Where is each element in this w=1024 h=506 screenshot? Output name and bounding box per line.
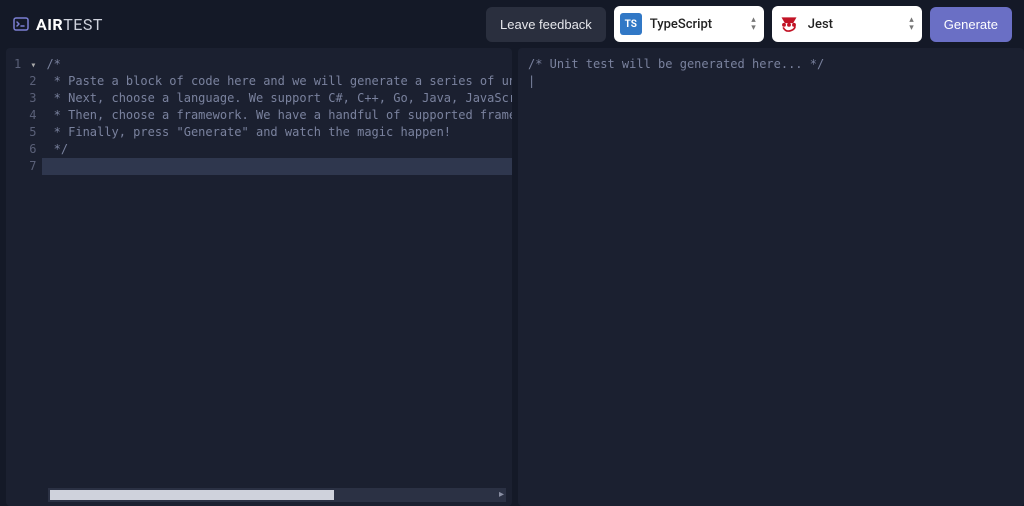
code-line: * Next, choose a language. We support C#… [46,90,512,107]
code-line: /* [46,56,512,73]
terminal-icon [12,15,30,33]
logo-bold: AIR [36,15,63,34]
scroll-right-icon[interactable]: ▸ [499,489,504,500]
editors-container: 1 ▾234567 /* * Paste a block of code her… [0,48,1024,506]
typescript-icon: TS [620,13,642,35]
input-editor-pane: 1 ▾234567 /* * Paste a block of code her… [6,48,512,506]
framework-label: Jest [808,17,901,32]
generate-button[interactable]: Generate [930,7,1012,42]
horizontal-scrollbar[interactable]: ▸ [48,488,506,502]
input-editor[interactable]: 1 ▾234567 /* * Paste a block of code her… [6,48,512,183]
code-line: * Paste a block of code here and we will… [46,73,512,90]
code-input-area[interactable]: /* * Paste a block of code here and we w… [42,48,512,183]
logo-text: AIRTEST [36,15,103,34]
header-controls: Leave feedback TS TypeScript ▴▾ Jest ▴▾ … [486,6,1012,42]
logo: AIRTEST [12,15,103,34]
header: AIRTEST Leave feedback TS TypeScript ▴▾ … [0,0,1024,48]
scrollbar-thumb[interactable] [50,490,334,500]
jest-icon [778,13,800,35]
code-line: * Then, choose a framework. We have a ha… [46,107,512,124]
framework-dropdown[interactable]: Jest ▴▾ [772,6,922,42]
code-line [42,158,512,175]
chevron-updown-icon: ▴▾ [751,17,756,32]
line-gutter: 1 ▾234567 [6,48,42,183]
language-dropdown[interactable]: TS TypeScript ▴▾ [614,6,764,42]
chevron-updown-icon: ▴▾ [909,17,914,32]
output-editor-pane: /* Unit test will be generated here... *… [518,48,1024,506]
code-line: */ [46,141,512,158]
code-output-area[interactable]: /* Unit test will be generated here... *… [518,48,1024,98]
code-line: * Finally, press "Generate" and watch th… [46,124,512,141]
feedback-button[interactable]: Leave feedback [486,7,606,42]
logo-light: TEST [63,15,103,34]
output-placeholder: /* Unit test will be generated here... *… [528,57,824,71]
cursor: | [528,74,535,88]
language-label: TypeScript [650,17,743,32]
